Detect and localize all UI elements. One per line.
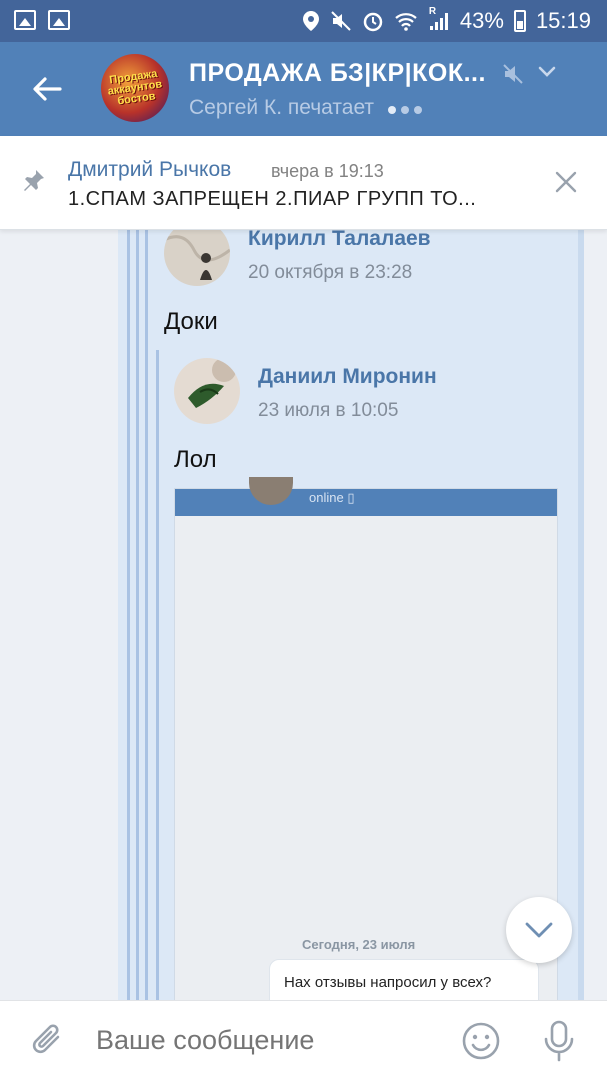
clock: 15:19 bbox=[535, 8, 591, 33]
screenshot-day-label: Сегодня, 23 июля bbox=[302, 937, 416, 952]
battery-icon bbox=[513, 10, 526, 32]
typing-dots bbox=[387, 96, 427, 120]
message-text: Доки bbox=[164, 308, 218, 335]
chat-title[interactable]: ПРОДАЖА БЗ|КР|КОК... bbox=[189, 59, 489, 88]
mute-icon bbox=[331, 11, 351, 31]
message-date: 20 октября в 23:28 bbox=[248, 262, 413, 283]
chevron-down-icon bbox=[525, 922, 553, 938]
group-avatar[interactable]: Продажа аккаунтов бостов bbox=[101, 54, 169, 122]
back-arrow-icon[interactable] bbox=[30, 72, 64, 106]
message-list[interactable]: Кирилл Талалаев 20 октября в 23:28 Доки … bbox=[0, 230, 607, 1000]
battery-percent: 43% bbox=[459, 8, 504, 33]
forward-line bbox=[136, 230, 139, 1000]
forward-line bbox=[127, 230, 130, 1000]
pinned-time: вчера в 19:13 bbox=[271, 161, 384, 181]
chevron-down-icon[interactable] bbox=[538, 66, 556, 78]
location-icon bbox=[302, 11, 319, 31]
paperclip-icon[interactable] bbox=[28, 1021, 68, 1061]
screenshot-message: Нах отзывы напросил у всех? bbox=[269, 959, 539, 1000]
muted-icon[interactable] bbox=[502, 62, 524, 86]
message-author[interactable]: Даниил Миронин bbox=[258, 365, 437, 389]
status-bar: R 43% 15:19 bbox=[0, 0, 607, 42]
screenshot-online-status: online ▯ bbox=[309, 490, 355, 505]
scroll-down-button[interactable] bbox=[506, 897, 572, 963]
screenshot-header: online ▯ bbox=[175, 477, 557, 516]
image-icon bbox=[14, 10, 36, 30]
pinned-author[interactable]: Дмитрий Рычков bbox=[68, 158, 231, 182]
group-avatar-text: Продажа аккаунтов бостов bbox=[106, 67, 163, 107]
composer-bar bbox=[0, 1000, 607, 1080]
message-text: Лол bbox=[174, 446, 217, 473]
wifi-icon bbox=[395, 13, 417, 31]
screenshot-avatar bbox=[249, 477, 293, 505]
microphone-icon[interactable] bbox=[541, 1019, 577, 1063]
pinned-message[interactable]: Дмитрий Рычков вчера в 19:13 1.СПАМ ЗАПР… bbox=[0, 136, 607, 230]
carrier-mark: R bbox=[428, 6, 437, 17]
image-icon bbox=[48, 10, 70, 30]
forward-line bbox=[156, 350, 159, 1000]
alarm-icon bbox=[363, 12, 383, 32]
typing-indicator: Сергей К. печатает bbox=[189, 96, 427, 120]
avatar[interactable] bbox=[174, 358, 240, 424]
chat-header: Продажа аккаунтов бостов ПРОДАЖА БЗ|КР|К… bbox=[0, 42, 607, 136]
forward-line bbox=[145, 230, 148, 1000]
attached-screenshot[interactable]: online ▯ Сегодня, 23 июля Нах отзывы нап… bbox=[174, 477, 558, 1000]
typing-text: Сергей К. печатает bbox=[189, 96, 375, 119]
pin-icon bbox=[24, 170, 44, 191]
message-date: 23 июля в 10:05 bbox=[258, 400, 399, 421]
pinned-text: 1.СПАМ ЗАПРЕЩЕН 2.ПИАР ГРУПП ТО... bbox=[68, 188, 477, 210]
emoji-icon[interactable] bbox=[461, 1021, 501, 1061]
message-input[interactable] bbox=[96, 1025, 426, 1056]
message-author[interactable]: Кирилл Талалаев bbox=[248, 230, 431, 251]
close-icon[interactable] bbox=[554, 170, 578, 194]
